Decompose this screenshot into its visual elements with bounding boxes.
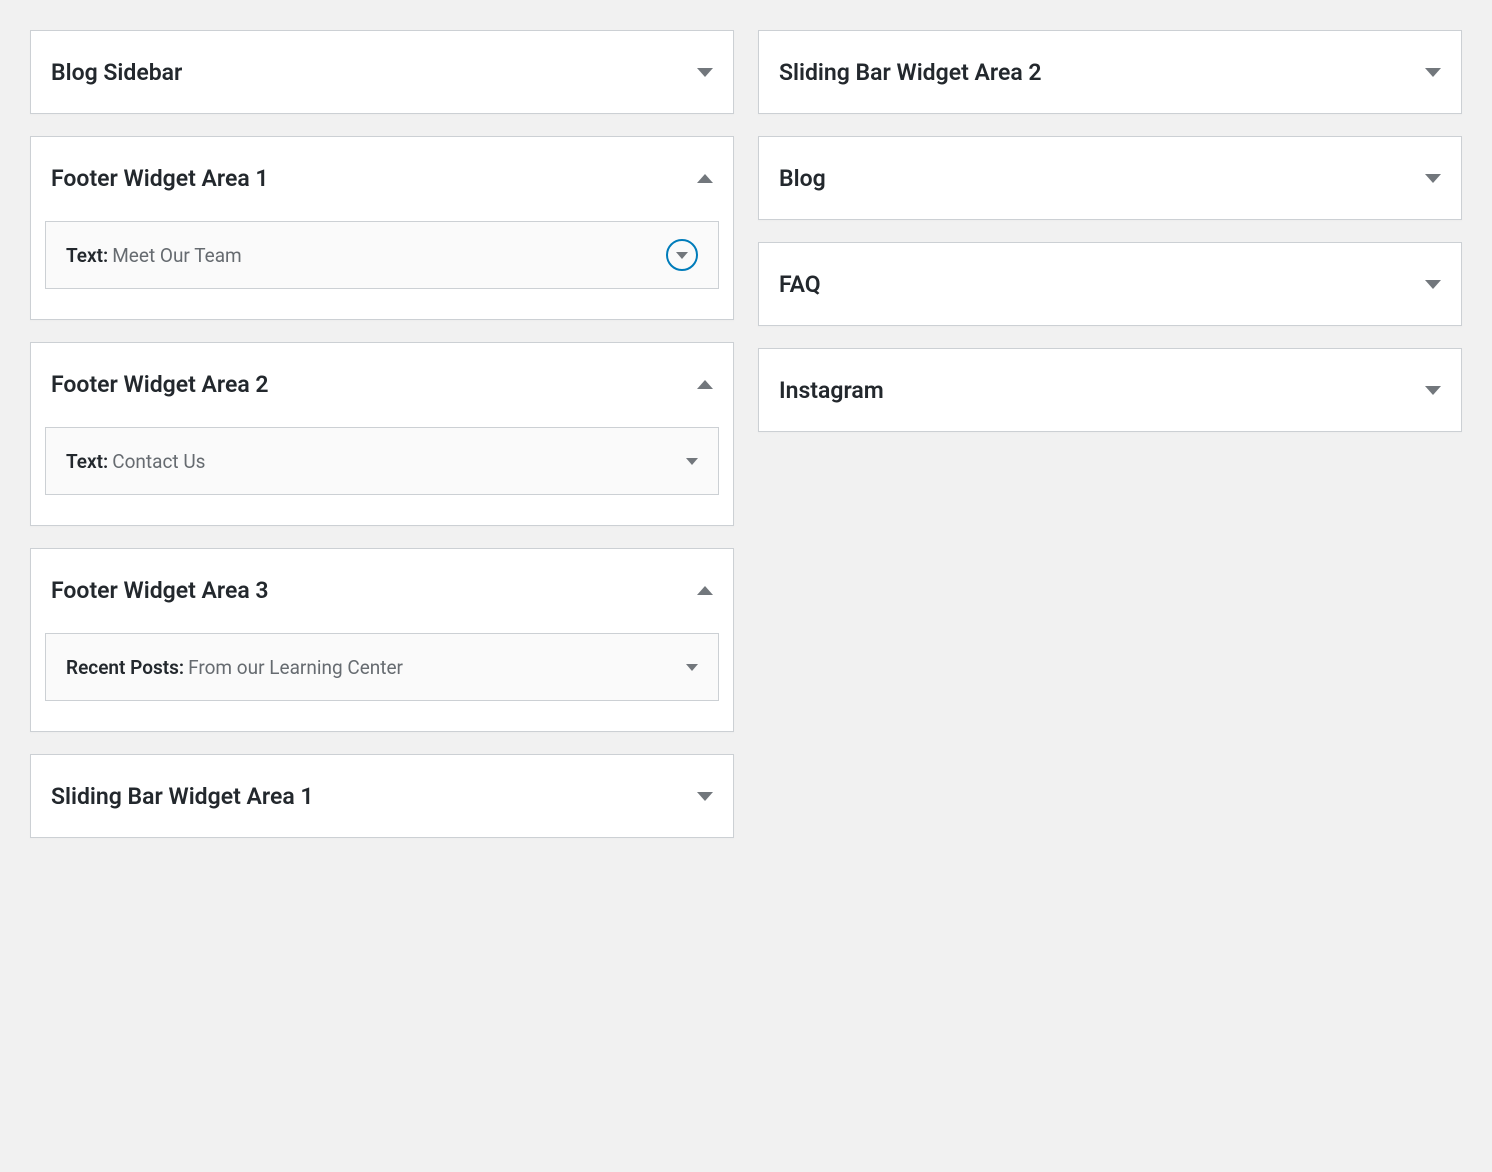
area-header-sliding-bar-1[interactable]: Sliding Bar Widget Area 1	[31, 755, 733, 837]
chevron-down-icon	[676, 252, 688, 259]
area-header-sliding-bar-2[interactable]: Sliding Bar Widget Area 2	[759, 31, 1461, 113]
area-body: Text:Contact Us	[31, 427, 733, 525]
widget-item-text-meet-our-team[interactable]: Text:Meet Our Team	[45, 221, 719, 289]
area-header-footer-2[interactable]: Footer Widget Area 2	[31, 343, 733, 425]
widget-area-sliding-bar-1: Sliding Bar Widget Area 1	[30, 754, 734, 838]
widget-area-footer-2: Footer Widget Area 2 Text:Contact Us	[30, 342, 734, 526]
area-header-faq[interactable]: FAQ	[759, 243, 1461, 325]
area-header-blog[interactable]: Blog	[759, 137, 1461, 219]
area-header-instagram[interactable]: Instagram	[759, 349, 1461, 431]
area-header-blog-sidebar[interactable]: Blog Sidebar	[31, 31, 733, 113]
chevron-down-icon	[697, 792, 713, 801]
chevron-down-icon	[1425, 68, 1441, 77]
chevron-up-icon	[697, 380, 713, 389]
area-title: Footer Widget Area 2	[51, 371, 269, 398]
widget-label: Recent Posts:From our Learning Center	[66, 656, 403, 679]
chevron-down-icon	[1425, 280, 1441, 289]
widget-area-sliding-bar-2: Sliding Bar Widget Area 2	[758, 30, 1462, 114]
chevron-down-icon	[686, 458, 698, 465]
chevron-down-icon	[1425, 174, 1441, 183]
chevron-up-icon	[697, 174, 713, 183]
area-title: Footer Widget Area 1	[51, 165, 269, 192]
widget-area-footer-1: Footer Widget Area 1 Text:Meet Our Team	[30, 136, 734, 320]
chevron-up-icon	[697, 586, 713, 595]
widget-area-faq: FAQ	[758, 242, 1462, 326]
area-title: Instagram	[779, 377, 884, 404]
area-header-footer-1[interactable]: Footer Widget Area 1	[31, 137, 733, 219]
area-title: Sliding Bar Widget Area 2	[779, 59, 1042, 86]
area-title: Footer Widget Area 3	[51, 577, 269, 604]
area-title: Blog	[779, 165, 826, 192]
area-title: Sliding Bar Widget Area 1	[51, 783, 314, 810]
widget-area-instagram: Instagram	[758, 348, 1462, 432]
chevron-down-icon	[686, 664, 698, 671]
widget-area-footer-3: Footer Widget Area 3 Recent Posts:From o…	[30, 548, 734, 732]
chevron-down-icon	[697, 68, 713, 77]
area-header-footer-3[interactable]: Footer Widget Area 3	[31, 549, 733, 631]
widget-item-recent-posts-learning-center[interactable]: Recent Posts:From our Learning Center	[45, 633, 719, 701]
widget-label: Text:Contact Us	[66, 450, 205, 473]
widget-toggle-button[interactable]	[666, 239, 698, 271]
widget-column-right: Sliding Bar Widget Area 2 Blog FAQ Insta…	[758, 30, 1462, 838]
widget-area-blog-sidebar: Blog Sidebar	[30, 30, 734, 114]
area-title: Blog Sidebar	[51, 59, 182, 86]
widget-item-text-contact-us[interactable]: Text:Contact Us	[45, 427, 719, 495]
widget-column-left: Blog Sidebar Footer Widget Area 1 Text:M…	[30, 30, 734, 838]
area-title: FAQ	[779, 271, 821, 298]
chevron-down-icon	[1425, 386, 1441, 395]
area-body: Recent Posts:From our Learning Center	[31, 633, 733, 731]
area-body: Text:Meet Our Team	[31, 221, 733, 319]
widget-area-blog: Blog	[758, 136, 1462, 220]
widget-label: Text:Meet Our Team	[66, 244, 242, 267]
